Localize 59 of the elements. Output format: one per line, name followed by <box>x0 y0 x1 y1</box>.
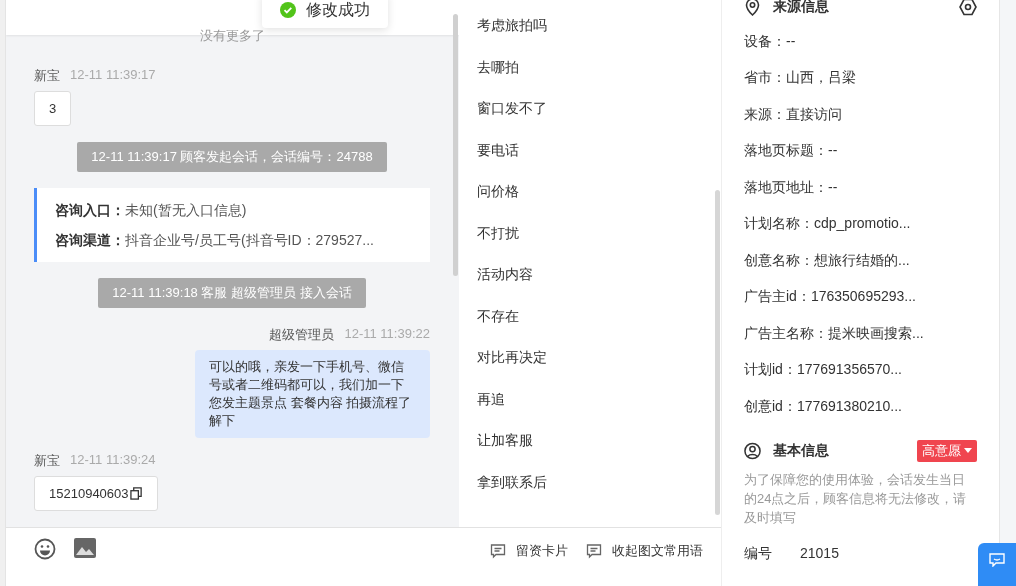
quick-phrase[interactable]: 窗口发不了 <box>459 98 721 140</box>
quick-phrase[interactable]: 要电话 <box>459 139 721 181</box>
message-text: 3 <box>49 101 57 116</box>
toast-text: 修改成功 <box>306 0 370 20</box>
info-row-text: 创意名称：想旅行结婚的... <box>744 250 911 270</box>
settings-icon[interactable] <box>959 0 977 16</box>
end-notice: 没有更多了 <box>198 27 266 45</box>
message-time: 12-11 11:39:22 <box>344 326 430 343</box>
field-value: 21015 <box>800 544 839 563</box>
entry-label: 咨询入口： <box>55 202 125 218</box>
info-note: 为了保障您的使用体验，会话发生当日的24点之后，顾客信息将无法修改，请及时填写 <box>744 470 968 527</box>
entry-value: 抖音企业号/员工号(抖音号ID：279527... <box>125 232 374 248</box>
info-row-text: 计划id：177691356570... <box>744 360 903 379</box>
entry-value: 未知(暂无入口信息) <box>125 202 247 218</box>
info-row-text: 广告主id：176350695293... <box>744 287 917 306</box>
caret-icon <box>964 448 972 453</box>
quick-phrase[interactable]: 再追 <box>459 388 721 430</box>
quick-phrase[interactable]: 不存在 <box>459 305 721 347</box>
info-row-text: 计划名称：cdp_promotio... <box>744 214 912 233</box>
info-row-text: 设备：-- <box>744 31 797 51</box>
sender-name: 超级管理员 <box>269 326 335 344</box>
section-title: 基本信息 <box>773 441 829 460</box>
message-time: 12-11 11:39:17 <box>70 67 156 84</box>
quick-phrase[interactable]: 活动内容 <box>459 264 721 306</box>
location-pin-icon <box>744 0 761 16</box>
quick-phrase[interactable]: 问价格 <box>459 181 721 223</box>
quick-phrase[interactable]: 去哪拍 <box>459 56 721 98</box>
chat-float-button[interactable] <box>978 543 1016 586</box>
quick-phrase[interactable]: 考虑旅拍吗 <box>459 15 721 57</box>
system-notice: 12-11 11:39:18 客服 超级管理员 接入会话 <box>98 278 366 308</box>
intent-dropdown[interactable]: 高意愿 <box>917 439 977 462</box>
message-time: 12-11 11:39:24 <box>70 452 156 469</box>
toolbar-action[interactable]: 留资卡片 <box>490 538 568 564</box>
emoji-icon[interactable] <box>34 538 56 560</box>
info-row-text: 广告主名称：提米映画搜索... <box>744 323 925 343</box>
info-row-text: 省市：山西，吕梁 <box>744 68 857 87</box>
section-title: 来源信息 <box>773 0 829 16</box>
copy-icon[interactable] <box>129 487 143 500</box>
message-icon <box>490 543 506 559</box>
quick-phrase[interactable]: 让加客服 <box>459 430 721 472</box>
field-label: 编号 <box>744 544 772 563</box>
entry-label: 咨询渠道： <box>55 232 125 248</box>
info-row-text: 落地页标题：-- <box>744 141 839 160</box>
quick-phrase[interactable]: 对比再决定 <box>459 347 721 389</box>
info-row-text: 来源：直接访问 <box>744 104 843 124</box>
info-row-text: 创意id：177691380210... <box>744 396 903 416</box>
sender-name: 新宝 <box>34 452 60 470</box>
toolbar-action[interactable]: 收起图文常用语 <box>586 538 703 564</box>
image-icon[interactable] <box>74 538 96 558</box>
sender-name: 新宝 <box>34 67 60 85</box>
quick-phrase[interactable]: 拿到联系后 <box>459 471 721 513</box>
user-icon <box>744 441 761 460</box>
message-icon <box>586 543 602 559</box>
message-bubble: 可以的哦，亲发一下手机号、微信号或者二维码都可以，我们加一下您发主题景点 套餐内容 拍摄流程了解下 <box>195 350 430 438</box>
system-notice: 12-11 11:39:17 顾客发起会话，会话编号：24788 <box>77 142 387 172</box>
quick-phrase[interactable]: 不打扰 <box>459 222 721 264</box>
chat-icon <box>989 553 1005 567</box>
message-text: 15210940603 <box>49 486 129 501</box>
info-row-text: 落地页地址：-- <box>744 177 839 197</box>
